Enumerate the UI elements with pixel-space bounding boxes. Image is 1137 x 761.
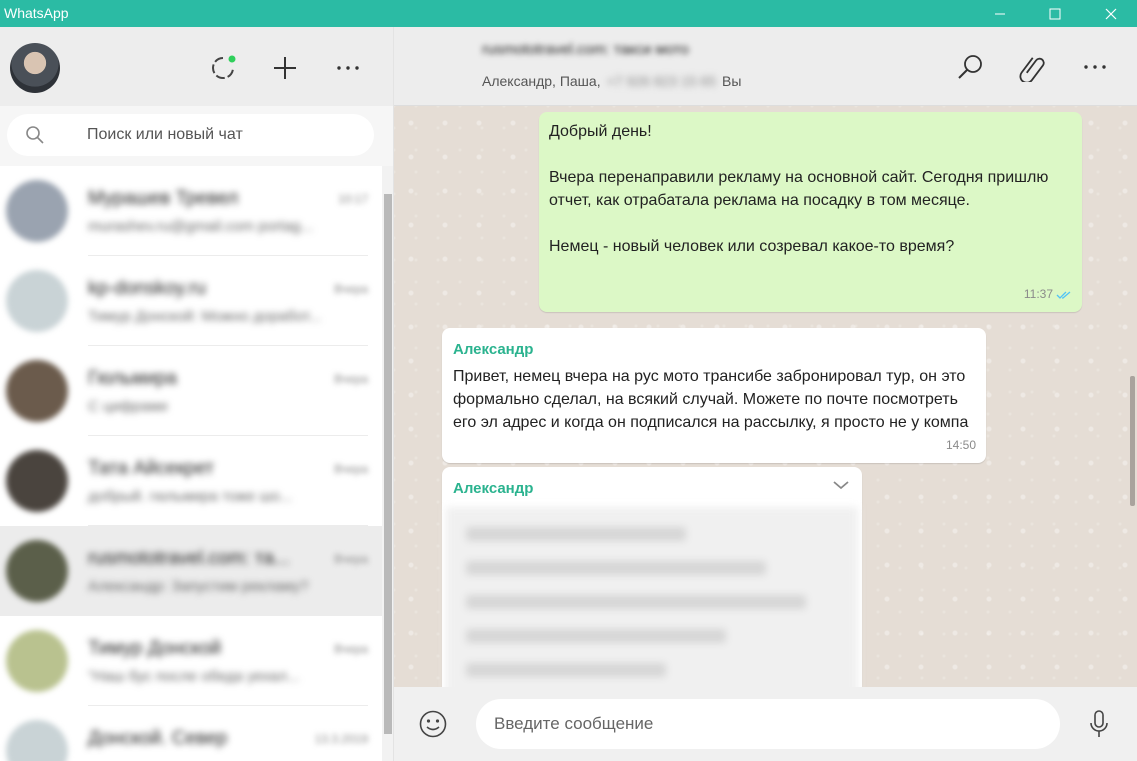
message-area-scrollbar[interactable] <box>1129 106 1137 687</box>
participant-phone-hidden: +7 926 823 15 65 <box>606 73 716 89</box>
scrollbar-thumb[interactable] <box>1130 376 1135 506</box>
participants-line: Александр, Паша, +7 926 823 15 65 Вы <box>482 73 741 89</box>
participant-self: Вы <box>721 73 742 89</box>
search-icon <box>26 126 44 144</box>
chat-time: Вчера <box>334 642 368 656</box>
chat-name: rusmototravel.com: та... <box>88 548 290 569</box>
message-area[interactable]: Добрый день! Вчера перенаправили рекламу… <box>394 106 1137 687</box>
message-meta: 11:37 <box>1024 283 1072 306</box>
chat-avatar <box>6 720 68 761</box>
chat-preview: Тимур Донской: Можно доработ... <box>88 308 322 325</box>
chat-list-item[interactable]: kp-donskoy.ru Вчера Тимур Донской: Можно… <box>0 256 382 346</box>
chat-time: Вчера <box>334 282 368 296</box>
message-sender: Александр <box>453 480 534 497</box>
search-icon <box>958 55 982 79</box>
message-composer <box>394 687 1137 761</box>
chat-preview: Александр: Запустим рекламу? <box>88 578 309 595</box>
status-button[interactable] <box>208 53 238 83</box>
maximize-icon <box>1049 8 1061 19</box>
message-input[interactable] <box>494 712 1034 736</box>
chat-list-item[interactable]: Мурашев Тревел 10:17 murashev.ru@gmail.c… <box>0 166 382 256</box>
message-sender: Александр <box>453 341 534 358</box>
app-title: WhatsApp <box>4 5 69 21</box>
chat-list-item[interactable]: Тата Айсекрет Вчера добрый. гюльмира тож… <box>0 436 382 526</box>
chat-avatar <box>6 270 68 332</box>
more-options-icon <box>337 66 359 70</box>
search-bar <box>0 106 393 166</box>
chat-list-item-active[interactable]: rusmototravel.com: та... Вчера Александр… <box>0 526 382 616</box>
read-ticks-icon <box>1056 291 1071 299</box>
new-chat-icon <box>274 57 296 79</box>
search-messages-button[interactable] <box>954 51 986 83</box>
chat-time: Вчера <box>334 372 368 386</box>
chat-time: 10:17 <box>337 192 368 206</box>
sidebar: Мурашев Тревел 10:17 murashev.ru@gmail.c… <box>0 27 394 761</box>
chat-avatar <box>6 540 68 602</box>
chat-list: Мурашев Тревел 10:17 murashev.ru@gmail.c… <box>0 166 382 761</box>
conversation-header[interactable]: rusmototravel.com: такси мото тур Алекса… <box>394 27 1137 106</box>
search-box[interactable] <box>7 114 374 156</box>
chat-avatar <box>6 180 68 242</box>
chat-avatar <box>6 360 68 422</box>
chevron-down-icon[interactable] <box>832 479 850 491</box>
chat-preview: добрый. гюльмира тоже шо... <box>88 488 293 505</box>
minimize-button[interactable] <box>977 0 1023 27</box>
chat-name: kp-donskoy.ru <box>88 278 206 299</box>
chat-name: Мурашев Тревел <box>88 188 239 209</box>
message-incoming-media[interactable]: Александр <box>442 467 862 687</box>
chat-time: 13.3.2019 <box>314 732 368 746</box>
blurred-image[interactable] <box>446 507 858 687</box>
conversation-pane: rusmototravel.com: такси мото тур Алекса… <box>394 27 1137 761</box>
search-input[interactable] <box>87 123 357 147</box>
close-icon <box>1105 8 1117 19</box>
sidebar-header <box>0 27 393 106</box>
close-button[interactable] <box>1088 0 1134 27</box>
conversation-menu-button[interactable] <box>1079 51 1111 83</box>
chat-list-item[interactable]: Гюльмира Вчера С цифрами <box>0 346 382 436</box>
message-incoming[interactable]: Александр Привет, немец вчера на рус мот… <box>442 328 986 463</box>
chat-list-scrollbar[interactable] <box>382 166 393 761</box>
message-time: 11:37 <box>1023 287 1053 301</box>
chat-name: Тата Айсекрет <box>88 458 215 479</box>
status-icon <box>212 55 236 79</box>
message-meta: 14:50 <box>946 434 976 457</box>
message-input-box[interactable] <box>476 699 1060 749</box>
scrollbar-thumb[interactable] <box>384 194 392 734</box>
chat-name: Тимур Донской <box>88 638 222 659</box>
chat-time: Вчера <box>334 552 368 566</box>
attach-icon <box>1019 57 1045 82</box>
conversation-title: rusmototravel.com: такси мото тур <box>482 41 689 55</box>
maximize-button[interactable] <box>1032 0 1078 27</box>
minimize-icon <box>995 13 1005 14</box>
microphone-icon[interactable] <box>1086 709 1112 739</box>
chat-name: Гюльмира <box>88 368 177 389</box>
chat-list-item[interactable]: Донской. Север 13.3.2019 <box>0 706 382 761</box>
message-outgoing[interactable]: Добрый день! Вчера перенаправили рекламу… <box>539 112 1082 312</box>
emoji-icon[interactable] <box>418 709 448 739</box>
chat-preview: С цифрами <box>88 398 168 415</box>
message-time: 14:50 <box>945 438 976 452</box>
window-titlebar: WhatsApp <box>0 0 1137 27</box>
profile-avatar[interactable] <box>10 43 60 93</box>
chat-preview: "Наш бус после обеда уехал... <box>88 668 300 685</box>
chat-avatar <box>6 450 68 512</box>
chat-time: Вчера <box>334 462 368 476</box>
sidebar-menu-button[interactable] <box>333 53 363 83</box>
chat-preview: murashev.ru@gmail.com portag... <box>88 218 314 235</box>
participants-names: Александр, Паша, <box>482 73 601 89</box>
chat-list-item[interactable]: Тимур Донской Вчера "Наш бус после обеда… <box>0 616 382 706</box>
more-options-icon <box>1084 65 1106 69</box>
new-chat-button[interactable] <box>270 53 300 83</box>
message-text: Добрый день! Вчера перенаправили рекламу… <box>549 123 1049 255</box>
attach-button[interactable] <box>1016 51 1048 83</box>
chat-avatar <box>6 630 68 692</box>
chat-name: Донской. Север <box>88 728 228 749</box>
message-text: Привет, немец вчера на рус мото трансибе… <box>453 368 969 431</box>
